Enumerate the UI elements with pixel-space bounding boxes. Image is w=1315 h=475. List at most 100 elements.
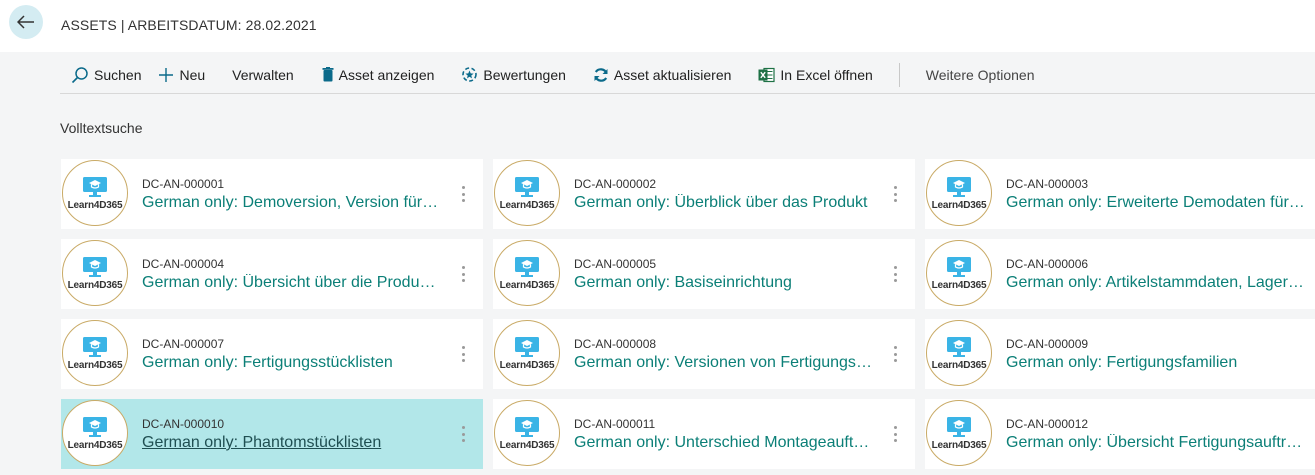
monitor-graduation-icon bbox=[515, 336, 539, 357]
logo-text: Learn4D365 bbox=[67, 279, 123, 291]
dot-icon bbox=[461, 272, 465, 276]
asset-title-link[interactable]: German only: Versionen von Fertigungsstü… bbox=[574, 354, 874, 372]
tile-menu-button[interactable] bbox=[453, 263, 473, 285]
dot-icon bbox=[893, 346, 897, 349]
back-button[interactable] bbox=[9, 5, 43, 39]
asset-tile[interactable]: Learn4D365 DC-AN-000003 German only: Erwei… bbox=[925, 159, 1315, 229]
dot-icon bbox=[461, 426, 465, 429]
tile-menu-button[interactable] bbox=[453, 183, 473, 205]
logo-text: Learn4D365 bbox=[931, 359, 987, 371]
dot-icon bbox=[461, 359, 465, 362]
section-label: Volltextsuche bbox=[60, 120, 143, 136]
dot-icon bbox=[461, 439, 465, 442]
refresh-icon bbox=[593, 67, 609, 83]
dot-icon bbox=[461, 186, 465, 189]
logo-text: Learn4D365 bbox=[499, 279, 555, 291]
tile-menu-button[interactable] bbox=[885, 343, 905, 365]
more-options-button[interactable]: Weitere Optionen bbox=[926, 57, 1035, 93]
asset-tile[interactable]: Learn4D365 DC-AN-000008 German only: Versi… bbox=[493, 319, 915, 389]
ratings-action[interactable]: Bewertungen bbox=[461, 57, 566, 93]
show-asset-label: Asset anzeigen bbox=[338, 66, 435, 83]
asset-tile[interactable]: Learn4D365 DC-AN-000004 German only: Übers… bbox=[61, 239, 483, 309]
dot-icon bbox=[893, 192, 897, 196]
asset-title-link[interactable]: German only: Unterschied Montageaufträge bbox=[574, 434, 874, 452]
asset-title-link[interactable]: German only: Übersicht Fertigungsaufträg… bbox=[1006, 434, 1306, 452]
asset-title-link[interactable]: German only: Phantomstücklisten bbox=[142, 434, 442, 452]
manage-action[interactable]: Verwalten bbox=[232, 57, 293, 93]
arrow-left-icon bbox=[17, 15, 34, 29]
asset-tile[interactable]: Learn4D365 DC-AN-000007 German only: Ferti… bbox=[61, 319, 483, 389]
search-action[interactable]: Suchen bbox=[71, 57, 141, 93]
asset-title-link[interactable]: German only: Fertigungsfamilien bbox=[1006, 354, 1306, 372]
show-asset-action[interactable]: Asset anzeigen bbox=[322, 57, 435, 93]
manage-label: Verwalten bbox=[232, 66, 294, 83]
asset-tile[interactable]: Learn4D365 DC-AN-000011 German only: Unter… bbox=[493, 399, 915, 469]
toolbar-divider bbox=[898, 62, 900, 87]
logo-text: Learn4D365 bbox=[499, 359, 555, 371]
asset-title-link[interactable]: German only: Fertigungsstücklisten bbox=[142, 354, 442, 372]
asset-tile[interactable]: Learn4D365 DC-AN-000001 German only: Demov… bbox=[61, 159, 483, 229]
tile-menu-button[interactable] bbox=[885, 183, 905, 205]
new-action[interactable]: Neu bbox=[158, 57, 205, 93]
logo-text: Learn4D365 bbox=[67, 359, 123, 371]
dot-icon bbox=[893, 199, 897, 202]
tile-menu-button[interactable] bbox=[885, 263, 905, 285]
asset-tile[interactable]: Learn4D365 DC-AN-000009 German only: Ferti… bbox=[925, 319, 1315, 389]
monitor-graduation-icon bbox=[83, 256, 107, 277]
asset-tile[interactable]: Learn4D365 DC-AN-000006 German only: Artik… bbox=[925, 239, 1315, 309]
asset-logo: Learn4D365 bbox=[62, 160, 128, 226]
dot-icon bbox=[461, 266, 465, 269]
monitor-graduation-icon bbox=[83, 336, 107, 357]
asset-title-link[interactable]: German only: Erweiterte Demodaten für Fe… bbox=[1006, 194, 1306, 212]
dot-icon bbox=[893, 272, 897, 276]
open-excel-action[interactable]: In Excel öffnen bbox=[758, 57, 873, 93]
asset-tile[interactable]: Learn4D365 DC-AN-000005 German only: Basis… bbox=[493, 239, 915, 309]
asset-title-link[interactable]: German only: Artikelstammdaten, Lagerhal… bbox=[1006, 274, 1306, 292]
asset-code: DC-AN-000004 bbox=[142, 257, 225, 271]
asset-code: DC-AN-000010 bbox=[142, 417, 225, 431]
monitor-graduation-icon bbox=[83, 176, 107, 197]
asset-tile[interactable]: Learn4D365 DC-AN-000010 German only: Phant… bbox=[61, 399, 483, 469]
dot-icon bbox=[461, 279, 465, 282]
asset-title-link[interactable]: German only: Überblick über das Produkt bbox=[574, 194, 874, 212]
tile-menu-button[interactable] bbox=[453, 423, 473, 445]
monitor-graduation-icon bbox=[947, 256, 971, 277]
dot-icon bbox=[893, 352, 897, 356]
monitor-graduation-icon bbox=[515, 176, 539, 197]
page-title: ASSETS | ARBEITSDATUM: 28.02.2021 bbox=[61, 17, 317, 33]
asset-logo: Learn4D365 bbox=[62, 320, 128, 386]
refresh-asset-label: Asset aktualisieren bbox=[613, 66, 732, 83]
asset-title-link[interactable]: German only: Übersicht über die Produkti… bbox=[142, 274, 442, 292]
dot-icon bbox=[461, 432, 465, 436]
dot-icon bbox=[893, 426, 897, 429]
logo-text: Learn4D365 bbox=[499, 439, 555, 451]
dot-icon bbox=[893, 279, 897, 282]
asset-code: DC-AN-000011 bbox=[574, 417, 656, 431]
logo-text: Learn4D365 bbox=[931, 199, 987, 211]
asset-code: DC-AN-000002 bbox=[574, 177, 657, 191]
logo-text: Learn4D365 bbox=[931, 439, 987, 451]
asset-logo: Learn4D365 bbox=[494, 320, 560, 386]
asset-logo: Learn4D365 bbox=[926, 400, 992, 466]
asset-title-link[interactable]: German only: Demoversion, Version für Ev… bbox=[142, 194, 442, 212]
logo-text: Learn4D365 bbox=[931, 279, 987, 291]
dot-icon bbox=[461, 199, 465, 202]
asset-logo: Learn4D365 bbox=[926, 240, 992, 306]
asset-code: DC-AN-000006 bbox=[1006, 257, 1089, 271]
dot-icon bbox=[893, 266, 897, 269]
asset-logo: Learn4D365 bbox=[926, 320, 992, 386]
asset-tile[interactable]: Learn4D365 DC-AN-000012 German only: Übers… bbox=[925, 399, 1315, 469]
open-excel-label: In Excel öffnen bbox=[780, 66, 873, 83]
tile-menu-button[interactable] bbox=[885, 423, 905, 445]
asset-title-link[interactable]: German only: Basiseinrichtung bbox=[574, 274, 874, 292]
refresh-asset-action[interactable]: Asset aktualisieren bbox=[593, 57, 732, 93]
dot-icon bbox=[461, 346, 465, 349]
action-bar: Suchen Neu Verwalten Asset anzeigen Bewe… bbox=[60, 56, 1315, 94]
asset-logo: Learn4D365 bbox=[494, 240, 560, 306]
top-bar: ASSETS | ARBEITSDATUM: 28.02.2021 bbox=[0, 0, 1315, 52]
trash-icon bbox=[322, 67, 334, 82]
asset-tile[interactable]: Learn4D365 DC-AN-000002 German only: Überb… bbox=[493, 159, 915, 229]
more-options-label: Weitere Optionen bbox=[925, 66, 1035, 83]
tile-menu-button[interactable] bbox=[453, 343, 473, 365]
plus-icon bbox=[158, 67, 174, 83]
